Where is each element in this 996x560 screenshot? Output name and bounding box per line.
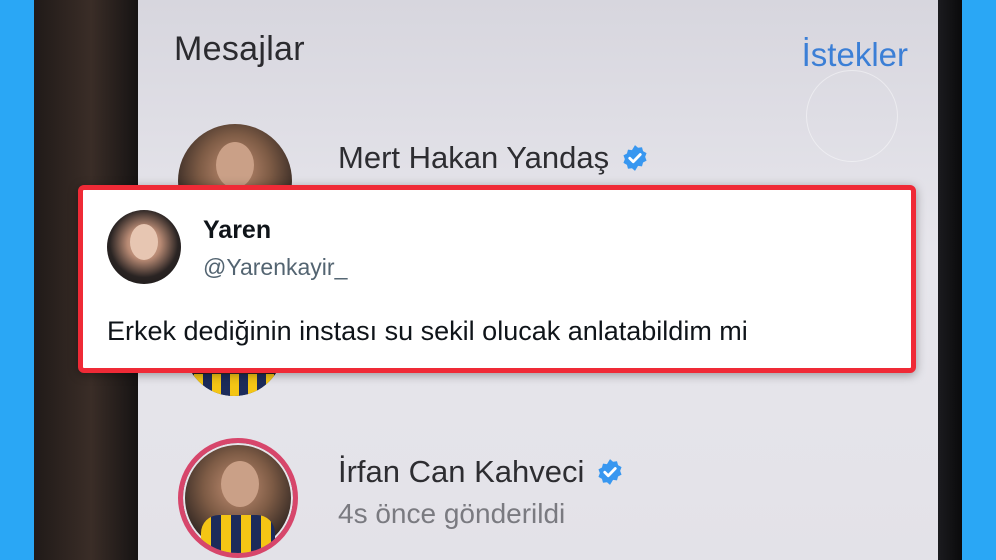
avatar[interactable] (178, 438, 298, 558)
tweet-display-name[interactable]: Yaren (203, 216, 271, 245)
verified-badge-icon (598, 458, 622, 485)
tweet-card: Yaren @Yarenkayir_ Erkek dediğinin insta… (78, 185, 916, 373)
contact-name: Mert Hakan Yandaş (338, 140, 649, 176)
message-row[interactable]: İrfan Can Kahveci 4s önce gönderildi (178, 438, 878, 558)
tweet-avatar[interactable] (107, 210, 181, 284)
tweet-handle[interactable]: @Yarenkayir_ (203, 254, 347, 281)
message-status: 4s önce gönderildi (338, 498, 566, 529)
contact-name: İrfan Can Kahveci (338, 454, 624, 490)
page-title: Mesajlar (174, 30, 305, 68)
verified-badge-icon (623, 144, 647, 171)
tweet-text: Erkek dediğinin instası su sekil olucak … (107, 316, 748, 346)
requests-link[interactable]: İstekler (802, 36, 908, 74)
phone-edge (938, 0, 962, 560)
